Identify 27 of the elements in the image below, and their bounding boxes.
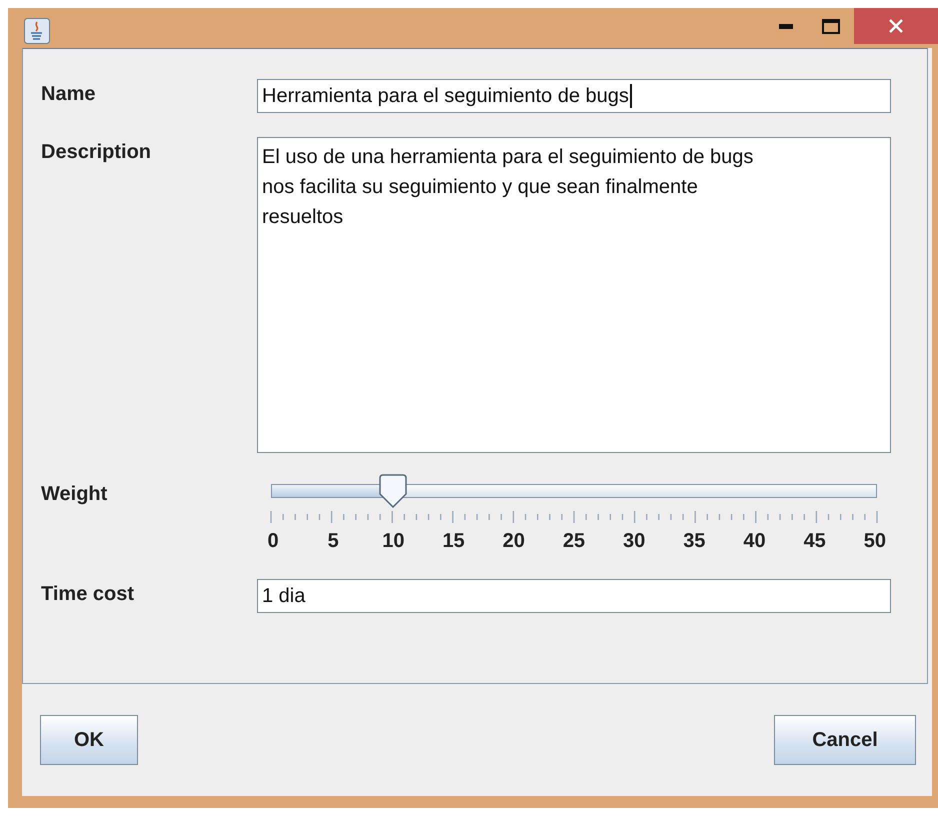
close-icon <box>889 19 903 33</box>
tick-label: 40 <box>742 530 767 552</box>
tick-label: 5 <box>326 530 340 552</box>
tick-label: 45 <box>802 530 827 552</box>
tick-label: 20 <box>502 530 526 552</box>
maximize-icon[interactable] <box>822 18 840 34</box>
tick-label: 50 <box>862 530 887 552</box>
tick-label: 10 <box>381 530 406 552</box>
text-field[interactable]: Herramienta para el seguimiento de bugs <box>257 79 891 113</box>
slider-thumb[interactable] <box>378 474 408 508</box>
tick-label: 30 <box>622 530 646 552</box>
tick-label: 15 <box>441 530 466 552</box>
description-area[interactable]: El uso de una herramienta para el seguimiento de bugs nos facilita su seguimiento y que sean finalmente resueltos <box>257 137 891 453</box>
minimize-icon[interactable] <box>779 24 793 28</box>
tick-label: 0 <box>266 530 280 552</box>
weight-slider[interactable] <box>269 473 879 507</box>
field-label: Weight <box>41 483 108 505</box>
field-label: Description <box>41 141 152 163</box>
text-field[interactable]: 1 dia <box>257 579 891 613</box>
ok-button[interactable]: OK <box>40 715 138 765</box>
tick-label: 25 <box>562 530 586 552</box>
cancel-button[interactable]: Cancel <box>774 715 916 765</box>
tick-label: 35 <box>682 530 706 552</box>
close-button[interactable] <box>854 8 938 44</box>
java-cup-icon <box>24 18 50 44</box>
field-label: Name <box>41 83 96 105</box>
field-label: Time cost <box>41 583 134 605</box>
